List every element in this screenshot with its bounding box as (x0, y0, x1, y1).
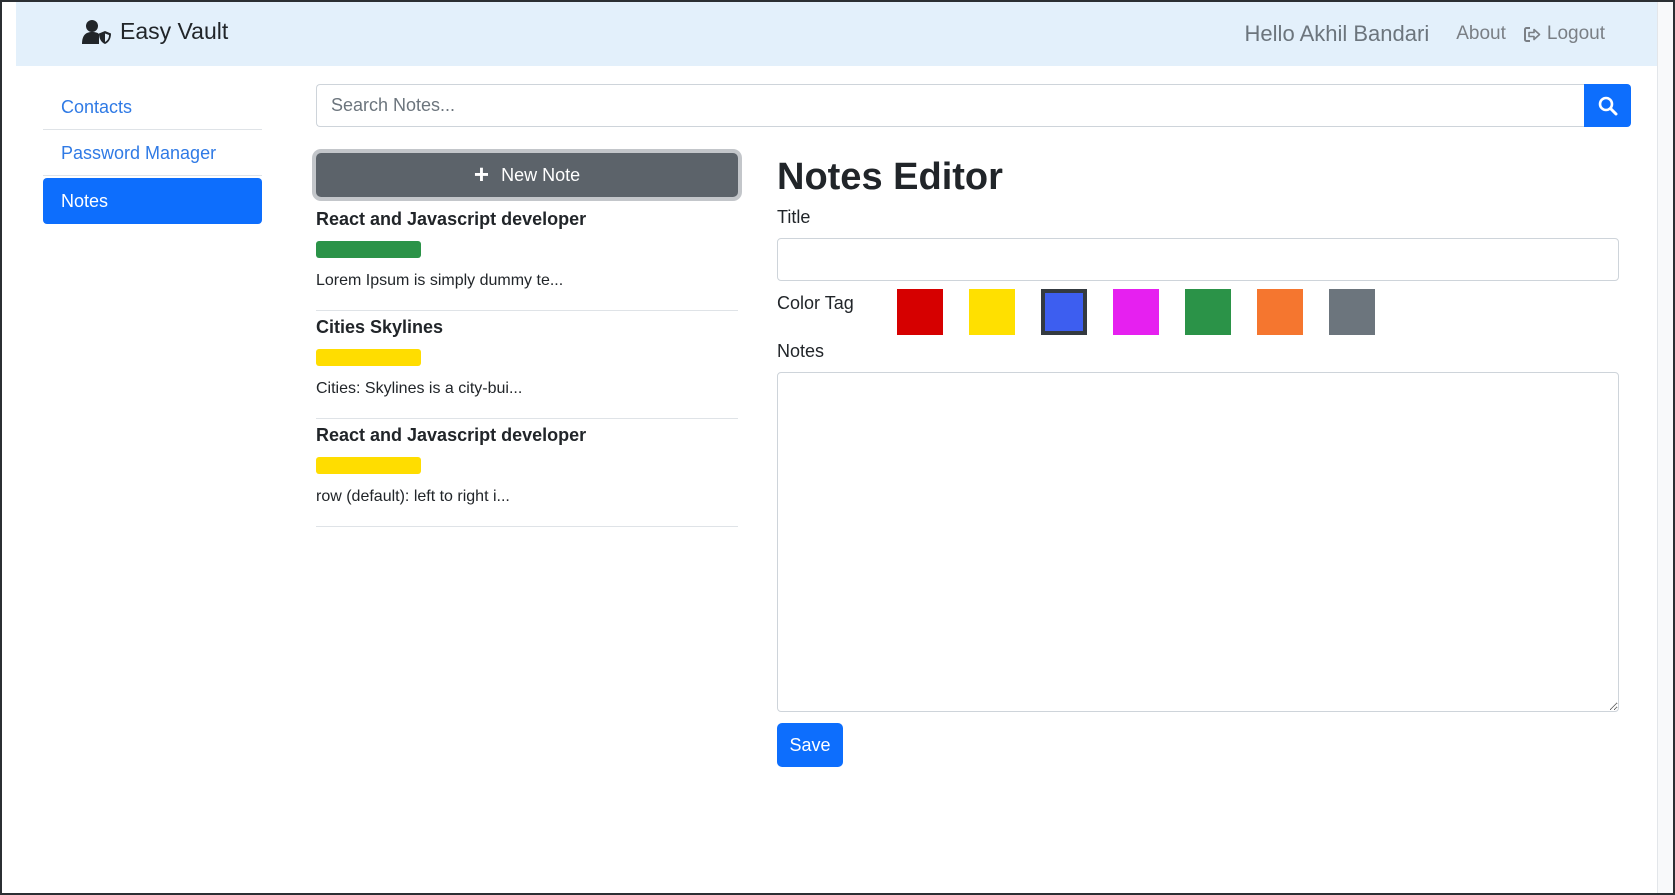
sign-out-icon (1523, 26, 1541, 42)
save-button[interactable]: Save (777, 723, 843, 767)
nav-right: Hello Akhil Bandari About Logout (1245, 21, 1605, 47)
title-input[interactable] (777, 238, 1619, 281)
sidebar-item-contacts[interactable]: Contacts (43, 84, 262, 130)
plus-icon: + (473, 158, 490, 189)
top-navbar: Easy Vault Hello Akhil Bandari About Log… (16, 2, 1657, 66)
sidebar: Contacts Password Manager Notes (43, 84, 262, 224)
note-title: React and Javascript developer (316, 425, 587, 445)
note-list-item[interactable]: Cities Skylines Cities: Skylines is a cit… (316, 311, 738, 419)
color-swatch[interactable] (1185, 289, 1231, 335)
note-list-item[interactable]: React and Javascript developer row (defau… (316, 419, 738, 527)
title-label: Title (777, 207, 811, 227)
notes-container: React and Javascript developer Lorem Ipsu… (316, 203, 738, 527)
color-tag-label: Color Tag (777, 293, 854, 313)
note-preview: Lorem Ipsum is simply dummy te... (316, 272, 564, 289)
logout-link[interactable]: Logout (1523, 23, 1605, 45)
color-swatch[interactable] (1113, 289, 1159, 335)
note-preview: row (default): left to right i... (316, 488, 510, 505)
logout-label: Logout (1546, 23, 1605, 44)
note-color-tag (316, 349, 421, 366)
notes-list: + New Note React and Javascript develope… (316, 153, 738, 527)
note-list-item[interactable]: React and Javascript developer Lorem Ipsu… (316, 203, 738, 311)
search-input[interactable] (316, 84, 1584, 127)
color-swatch[interactable] (897, 289, 943, 335)
notes-label: Notes (777, 341, 825, 361)
sidebar-item-notes[interactable]: Notes (43, 178, 262, 224)
notes-textarea[interactable] (777, 372, 1619, 712)
color-swatch[interactable] (1257, 289, 1303, 335)
user-shield-icon (82, 19, 111, 44)
note-preview: Cities: Skylines is a city-bui... (316, 380, 523, 397)
notes-editor: Notes Editor Title Color Tag Notes Save (777, 153, 1619, 767)
brand[interactable]: Easy Vault (82, 18, 228, 45)
note-color-tag (316, 457, 421, 474)
new-note-label: New Note (501, 164, 581, 185)
sidebar-item-password-manager[interactable]: Password Manager (43, 130, 262, 176)
page-edge (1657, 0, 1675, 895)
search-bar (316, 84, 1631, 127)
search-icon (1598, 96, 1617, 115)
editor-heading: Notes Editor (777, 156, 1003, 198)
color-swatch[interactable] (1041, 289, 1087, 335)
new-note-button[interactable]: + New Note (316, 153, 738, 197)
color-swatches (897, 289, 1401, 335)
search-button[interactable] (1584, 84, 1631, 127)
color-swatch[interactable] (969, 289, 1015, 335)
user-greeting: Hello Akhil Bandari (1244, 21, 1430, 46)
color-tag-row: Color Tag (777, 289, 1619, 335)
brand-name: Easy Vault (120, 18, 229, 44)
about-link[interactable]: About (1456, 23, 1506, 45)
note-color-tag (316, 241, 421, 258)
note-title: Cities Skylines (316, 317, 444, 337)
note-title: React and Javascript developer (316, 209, 587, 229)
color-swatch[interactable] (1329, 289, 1375, 335)
